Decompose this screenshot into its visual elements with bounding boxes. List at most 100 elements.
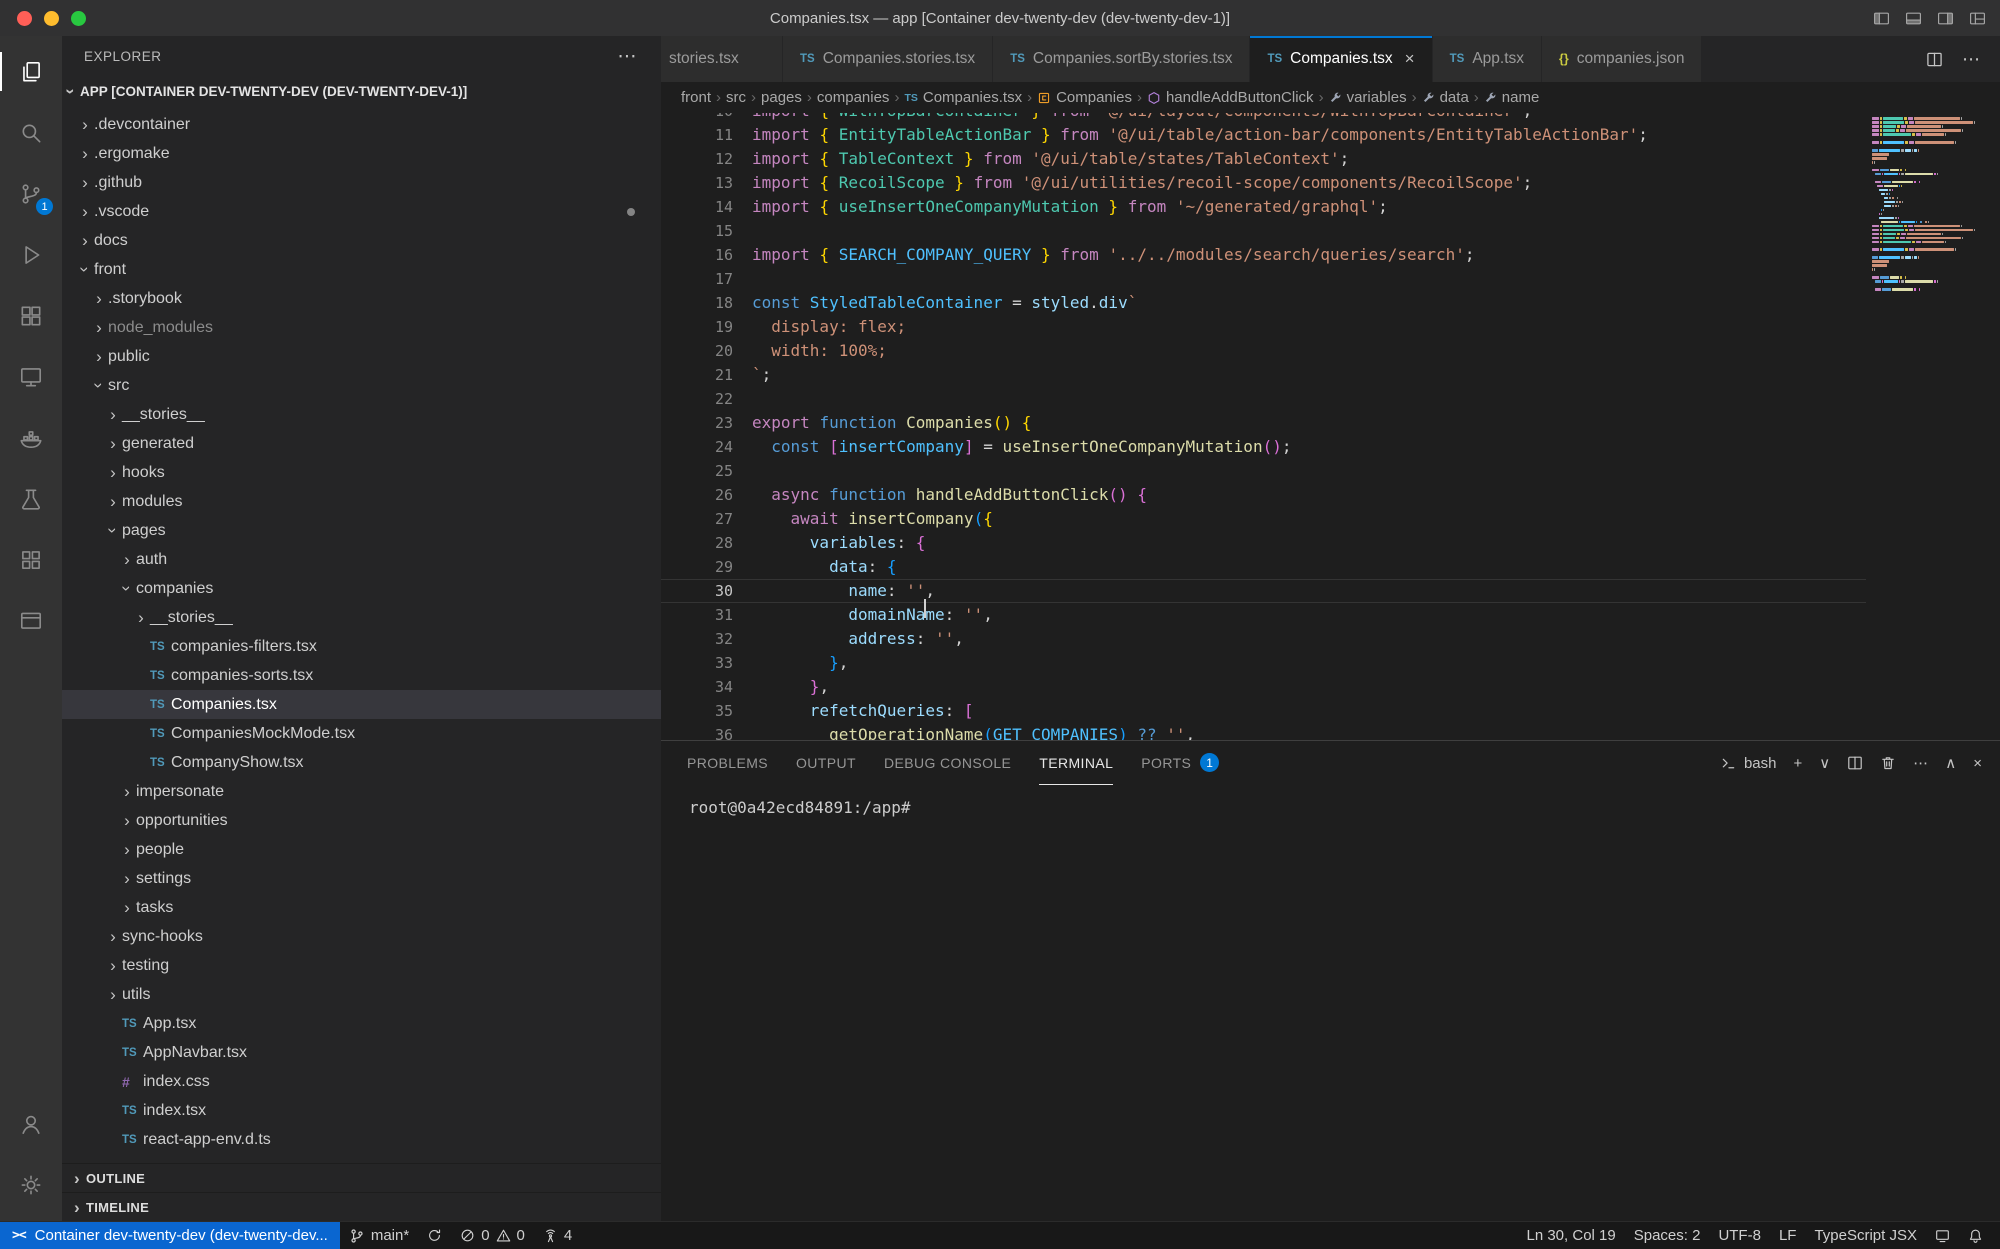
tree-item-vscode[interactable]: ›.vscode <box>62 197 661 226</box>
activity-settings[interactable] <box>0 1154 62 1215</box>
breadcrumb-data[interactable]: data <box>1422 89 1469 106</box>
activity-apps[interactable] <box>0 529 62 590</box>
tab-companies-sortby-stories-tsx[interactable]: TSCompanies.sortBy.stories.tsx <box>993 36 1250 82</box>
tab-app-tsx[interactable]: TSApp.tsx <box>1433 36 1542 82</box>
code-line-10[interactable]: 10import { WithTopBarContainer } from '@… <box>661 113 2000 123</box>
panel-tab-terminal[interactable]: TERMINAL <box>1039 741 1113 785</box>
tree-item-companies-filters-tsx[interactable]: TScompanies-filters.tsx <box>62 632 661 661</box>
code-line-33[interactable]: 33 }, <box>661 651 2000 675</box>
activity-run-and-debug[interactable] <box>0 224 62 285</box>
indentation-item[interactable]: Spaces: 2 <box>1625 1222 1710 1249</box>
language-status-icon[interactable] <box>1926 1222 1959 1249</box>
breadcrumb-front[interactable]: front <box>681 89 711 106</box>
notifications-bell-icon[interactable] <box>1959 1222 1992 1249</box>
tree-item-generated[interactable]: ›generated <box>62 429 661 458</box>
code-line-15[interactable]: 15 <box>661 219 2000 243</box>
activity-remote-explorer[interactable] <box>0 346 62 407</box>
tree-item-pages[interactable]: ›pages <box>62 516 661 545</box>
shell-selector[interactable]: bash <box>1721 755 1777 772</box>
terminal-dropdown-icon[interactable]: ∨ <box>1819 754 1830 772</box>
code-line-36[interactable]: 36 getOperationName(GET_COMPANIES) ?? ''… <box>661 723 2000 740</box>
code-line-17[interactable]: 17 <box>661 267 2000 291</box>
code-line-32[interactable]: 32 address: '', <box>661 627 2000 651</box>
close-panel-icon[interactable]: × <box>1973 755 1982 772</box>
code-line-27[interactable]: 27 await insertCompany({ <box>661 507 2000 531</box>
cursor-position-item[interactable]: Ln 30, Col 19 <box>1517 1222 1624 1249</box>
terminal-content[interactable]: root@0a42ecd84891:/app# <box>661 785 2000 1221</box>
breadcrumb-name[interactable]: name <box>1484 89 1540 106</box>
toggle-secondary-sidebar-icon[interactable] <box>1937 10 1954 27</box>
tree-item-stories[interactable]: ›__stories__ <box>62 400 661 429</box>
language-mode-item[interactable]: TypeScript JSX <box>1805 1222 1926 1249</box>
code-line-23[interactable]: 23export function Companies() { <box>661 411 2000 435</box>
breadcrumb-companies-tsx[interactable]: TSCompanies.tsx <box>904 89 1022 106</box>
toggle-primary-sidebar-icon[interactable] <box>1873 10 1890 27</box>
tab-stories-tsx[interactable]: stories.tsx <box>661 36 783 82</box>
activity-testing[interactable] <box>0 468 62 529</box>
close-tab-icon[interactable]: × <box>1405 49 1415 69</box>
breadcrumb-companies[interactable]: companies <box>817 89 890 106</box>
split-editor-icon[interactable] <box>1926 51 1943 68</box>
tab-companies-stories-tsx[interactable]: TSCompanies.stories.tsx <box>783 36 993 82</box>
tree-item-storybook[interactable]: ›.storybook <box>62 284 661 313</box>
remote-indicator[interactable]: ><Container dev-twenty-dev (dev-twenty-d… <box>0 1222 340 1249</box>
tree-item-index-css[interactable]: #index.css <box>62 1067 661 1096</box>
new-terminal-icon[interactable]: + <box>1794 755 1803 772</box>
tree-item-github[interactable]: ›.github <box>62 168 661 197</box>
activity-extensions[interactable] <box>0 285 62 346</box>
code-line-30[interactable]: 30 name: '', <box>661 579 2000 603</box>
tree-item-hooks[interactable]: ›hooks <box>62 458 661 487</box>
tab-companies-json[interactable]: {}companies.json <box>1542 36 1702 82</box>
git-branch-item[interactable]: main* <box>340 1222 418 1249</box>
tree-item-testing[interactable]: ›testing <box>62 951 661 980</box>
maximize-panel-icon[interactable]: ∧ <box>1945 754 1956 772</box>
tree-item-public[interactable]: ›public <box>62 342 661 371</box>
tree-item-react-app-env-d-ts[interactable]: TSreact-app-env.d.ts <box>62 1125 661 1154</box>
tree-item-app-tsx[interactable]: TSApp.tsx <box>62 1009 661 1038</box>
tree-item-ergomake[interactable]: ›.ergomake <box>62 139 661 168</box>
code-line-31[interactable]: 31 domainName: '', <box>661 603 2000 627</box>
code-line-11[interactable]: 11import { EntityTableActionBar } from '… <box>661 123 2000 147</box>
eol-item[interactable]: LF <box>1770 1222 1806 1249</box>
zoom-window-button[interactable] <box>71 11 86 26</box>
panel-tab-ports[interactable]: PORTS1 <box>1141 741 1219 785</box>
tree-item-settings[interactable]: ›settings <box>62 864 661 893</box>
split-terminal-icon[interactable] <box>1847 755 1863 771</box>
activity-explorer[interactable] <box>0 41 62 102</box>
activity-source-control[interactable]: 1 <box>0 163 62 224</box>
tree-item-src[interactable]: ›src <box>62 371 661 400</box>
tree-item-docs[interactable]: ›docs <box>62 226 661 255</box>
tree-item-companies-sorts-tsx[interactable]: TScompanies-sorts.tsx <box>62 661 661 690</box>
tree-item-modules[interactable]: ›modules <box>62 487 661 516</box>
code-line-24[interactable]: 24 const [insertCompany] = useInsertOneC… <box>661 435 2000 459</box>
tree-item-auth[interactable]: ›auth <box>62 545 661 574</box>
code-editor[interactable]: 10import { WithTopBarContainer } from '@… <box>661 113 2000 740</box>
code-line-12[interactable]: 12import { TableContext } from '@/ui/tab… <box>661 147 2000 171</box>
tree-item-appnavbar-tsx[interactable]: TSAppNavbar.tsx <box>62 1038 661 1067</box>
tree-item-companies-tsx[interactable]: TSCompanies.tsx <box>62 690 661 719</box>
problems-item[interactable]: 00 <box>451 1222 534 1249</box>
activity-preview[interactable] <box>0 590 62 651</box>
breadcrumb-pages[interactable]: pages <box>761 89 802 106</box>
encoding-item[interactable]: UTF-8 <box>1709 1222 1770 1249</box>
code-line-34[interactable]: 34 }, <box>661 675 2000 699</box>
timeline-section[interactable]: › TIMELINE <box>62 1192 661 1221</box>
tree-item-devcontainer[interactable]: ›.devcontainer <box>62 110 661 139</box>
code-line-19[interactable]: 19 display: flex; <box>661 315 2000 339</box>
explorer-section-header[interactable]: › APP [CONTAINER DEV-TWENTY-DEV (DEV-TWE… <box>62 76 661 106</box>
code-line-20[interactable]: 20 width: 100%; <box>661 339 2000 363</box>
tree-item-utils[interactable]: ›utils <box>62 980 661 1009</box>
code-line-22[interactable]: 22 <box>661 387 2000 411</box>
panel-tab-output[interactable]: OUTPUT <box>796 741 856 785</box>
breadcrumb-src[interactable]: src <box>726 89 746 106</box>
tree-item-companyshow-tsx[interactable]: TSCompanyShow.tsx <box>62 748 661 777</box>
tree-item-stories[interactable]: ›__stories__ <box>62 603 661 632</box>
tree-item-index-tsx[interactable]: TSindex.tsx <box>62 1096 661 1125</box>
code-line-18[interactable]: 18const StyledTableContainer = styled.di… <box>661 291 2000 315</box>
sync-changes-button[interactable] <box>418 1222 451 1249</box>
panel-tab-debug-console[interactable]: DEBUG CONSOLE <box>884 741 1011 785</box>
tree-item-companiesmockmode-tsx[interactable]: TSCompaniesMockMode.tsx <box>62 719 661 748</box>
tree-item-companies[interactable]: ›companies <box>62 574 661 603</box>
tab-companies-tsx[interactable]: TSCompanies.tsx× <box>1250 36 1432 82</box>
tree-item-sync-hooks[interactable]: ›sync-hooks <box>62 922 661 951</box>
